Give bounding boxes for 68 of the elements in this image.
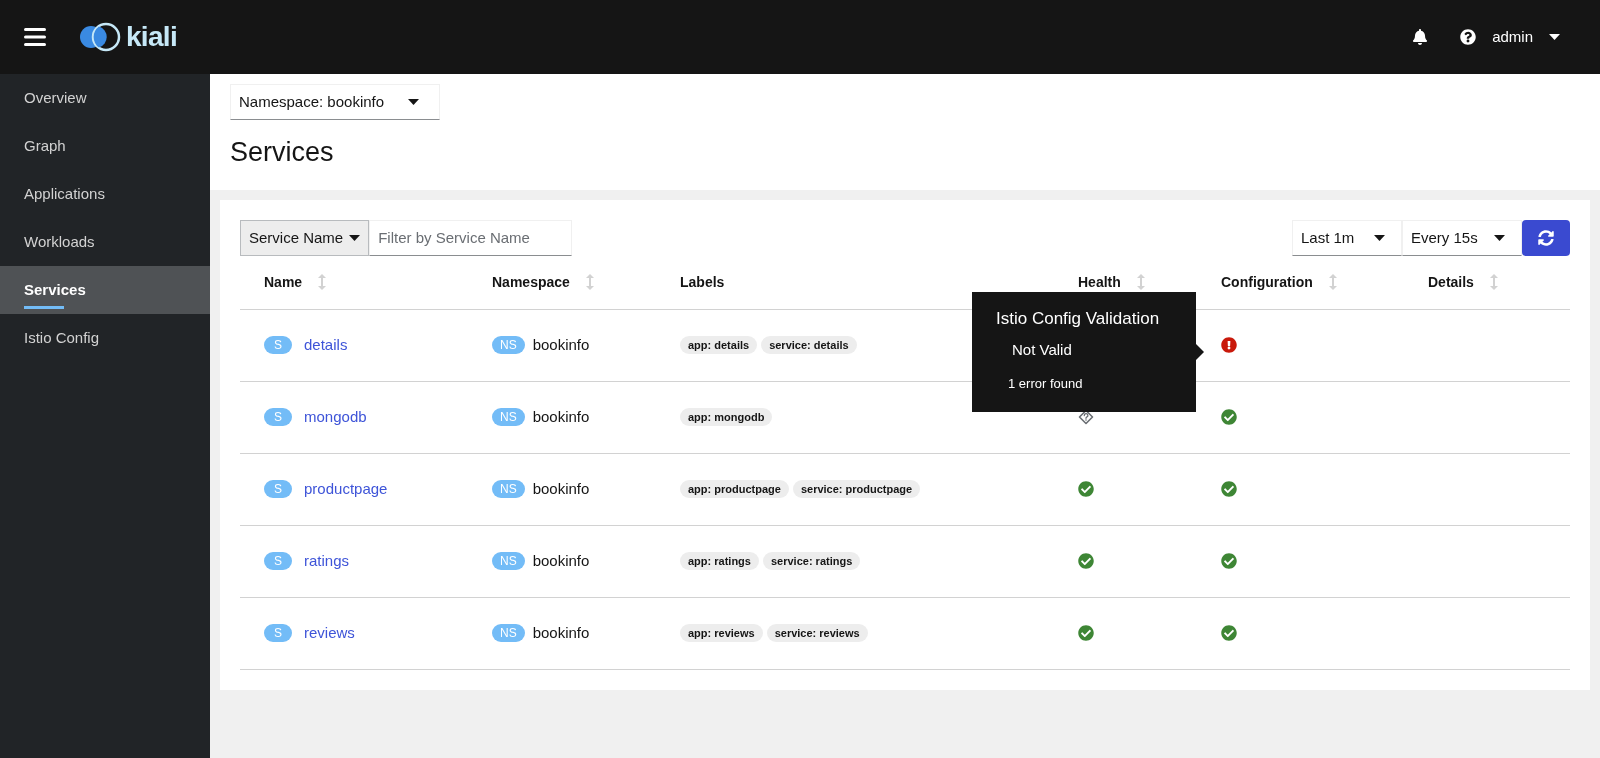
- namespace-text: bookinfo: [532, 623, 590, 643]
- sort-icon[interactable]: [585, 274, 594, 291]
- namespace-dropdown[interactable]: Namespace: bookinfo: [230, 84, 440, 120]
- nav-item[interactable]: Graph: [0, 122, 210, 170]
- refresh-icon: [1538, 229, 1554, 246]
- column-header[interactable]: Details: [1428, 271, 1474, 293]
- namespace-badge: NS: [492, 480, 525, 499]
- nav-item[interactable]: Workloads: [0, 218, 210, 266]
- refresh-button[interactable]: [1522, 219, 1570, 256]
- label-tag: app: ratings: [680, 552, 759, 571]
- tooltip-detail: 1 error found: [1007, 374, 1084, 393]
- duration-dropdown[interactable]: Last 1m: [1292, 219, 1402, 256]
- column-header[interactable]: Name: [264, 271, 303, 293]
- filter-input[interactable]: Filter by Service Name: [369, 219, 573, 256]
- user-menu[interactable]: admin: [1492, 25, 1560, 49]
- sort-icon[interactable]: [1489, 274, 1498, 291]
- service-badge: S: [264, 480, 292, 499]
- service-badge: S: [264, 552, 292, 571]
- label-tag: app: details: [680, 336, 758, 355]
- logo-text: kiali: [126, 23, 177, 51]
- label-tag: app: productpage: [680, 480, 789, 499]
- service-badge: S: [264, 336, 292, 355]
- namespace-badge: NS: [492, 336, 525, 355]
- label-tag: service: ratings: [762, 552, 861, 571]
- nav-item[interactable]: Istio Config: [0, 314, 210, 362]
- help-icon[interactable]: [1460, 29, 1477, 45]
- label-tag: service: reviews: [766, 624, 868, 643]
- caret-icon: [408, 99, 419, 105]
- logo-icon: [78, 22, 122, 52]
- column-header[interactable]: Configuration: [1221, 271, 1313, 293]
- namespace-badge: NS: [492, 624, 525, 643]
- label-tag: service: productpage: [792, 480, 921, 499]
- tooltip-title: Istio Config Validation: [996, 307, 1161, 330]
- namespace-text: bookinfo: [532, 335, 590, 355]
- caret-icon: [1374, 234, 1385, 241]
- service-link[interactable]: ratings: [304, 550, 350, 573]
- sort-icon[interactable]: [1136, 274, 1145, 291]
- label-tag: service: details: [761, 336, 857, 355]
- sort-icon[interactable]: [318, 274, 327, 291]
- menu-icon[interactable]: [24, 28, 46, 46]
- caret-icon: [1494, 234, 1505, 241]
- nav-item[interactable]: Services: [0, 266, 210, 314]
- nav-item[interactable]: Overview: [0, 74, 210, 122]
- column-header[interactable]: Namespace: [492, 271, 570, 293]
- namespace-text: bookinfo: [532, 551, 590, 571]
- caret-icon: [1549, 34, 1560, 40]
- notification-bell-icon[interactable]: [1412, 29, 1429, 45]
- page-title: Services: [230, 136, 335, 169]
- namespace-text: bookinfo: [532, 479, 590, 499]
- tooltip-status: Not Valid: [1011, 340, 1073, 361]
- caret-icon: [349, 234, 361, 241]
- service-badge: S: [264, 624, 292, 643]
- nav-item[interactable]: Applications: [0, 170, 210, 218]
- namespace-badge: NS: [492, 408, 525, 427]
- refresh-interval-dropdown[interactable]: Every 15s: [1402, 219, 1522, 256]
- service-link[interactable]: reviews: [304, 622, 355, 645]
- service-link[interactable]: productpage: [304, 478, 388, 501]
- service-badge: S: [264, 408, 292, 427]
- service-link[interactable]: mongodb: [304, 406, 367, 429]
- column-header[interactable]: Labels: [680, 271, 725, 293]
- label-tag: app: mongodb: [680, 408, 773, 427]
- namespace-text: bookinfo: [532, 407, 590, 427]
- label-tag: app: reviews: [680, 624, 763, 643]
- filter-type-dropdown[interactable]: Service Name: [240, 219, 370, 256]
- column-header[interactable]: Health: [1078, 271, 1121, 293]
- service-link[interactable]: details: [304, 334, 348, 357]
- sort-icon[interactable]: [1328, 274, 1337, 291]
- namespace-badge: NS: [492, 552, 525, 571]
